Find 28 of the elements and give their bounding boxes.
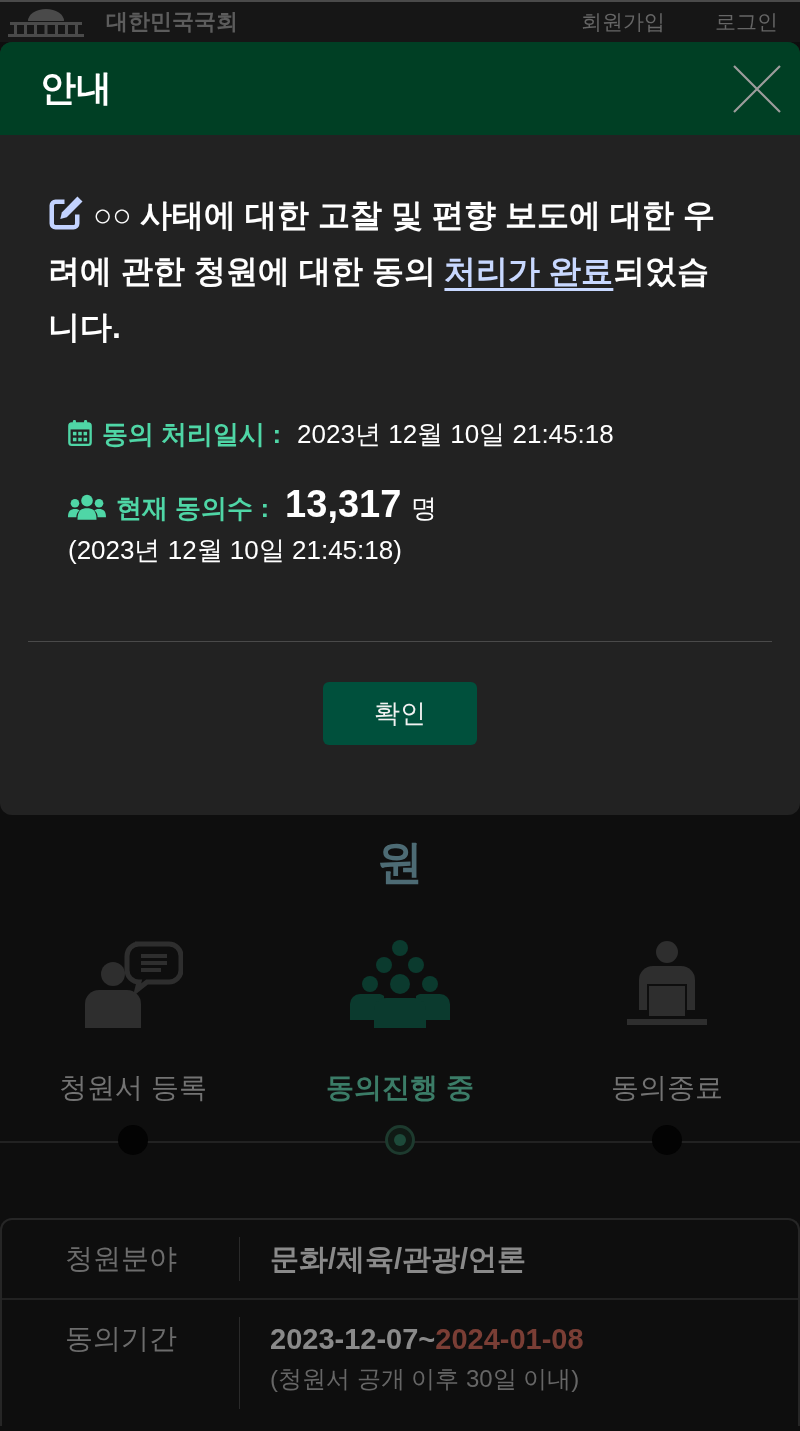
period-note: (청원서 공개 이후 30일 이내) bbox=[270, 1364, 581, 1394]
period-end: 2024-01-08 bbox=[435, 1323, 584, 1355]
petition-title-text: 원 bbox=[377, 835, 423, 890]
site-name[interactable]: 대한민국국회 bbox=[106, 7, 238, 37]
edit-icon bbox=[48, 195, 84, 231]
info-label: 현재 동의수 : bbox=[116, 493, 270, 523]
notice-message: ○○ 사태에 대한 고찰 및 편향 보도에 대한 우려에 관한 청원에 대한 동의 처리가 완료되었습니다. bbox=[48, 194, 716, 347]
info-value: 2023년 12월 10일 21:45:18 bbox=[297, 419, 614, 449]
dialog-title: 안내 bbox=[40, 66, 112, 110]
detail-label: 동의기간 bbox=[65, 1323, 177, 1354]
info-label: 동의 처리일시 : bbox=[102, 419, 282, 449]
detail-label: 청원분야 bbox=[65, 1243, 177, 1274]
step-label: 동의종료 bbox=[610, 1071, 723, 1105]
users-icon bbox=[68, 494, 106, 520]
consent-count: 13,317 bbox=[285, 483, 402, 525]
dome-building-icon bbox=[6, 7, 86, 37]
calendar-icon bbox=[68, 420, 92, 446]
close-button[interactable] bbox=[733, 64, 781, 113]
detail-value: 문화/체육/관광/언론 bbox=[270, 1243, 527, 1275]
confirm-button[interactable]: 확인 bbox=[323, 682, 477, 745]
count-timestamp: (2023년 12월 10일 21:45:18) bbox=[68, 534, 402, 567]
period-start: 2023-12-07~ bbox=[270, 1323, 436, 1355]
header-link[interactable]: 로그인 bbox=[715, 8, 778, 36]
message-link[interactable]: 처리가 완료 bbox=[444, 253, 614, 289]
step-label: 청원서 등록 bbox=[59, 1071, 208, 1105]
count-unit: 명 bbox=[411, 493, 438, 523]
header-link[interactable]: 회원가입 bbox=[581, 8, 665, 36]
step-label: 동의진행 중 bbox=[326, 1071, 474, 1105]
